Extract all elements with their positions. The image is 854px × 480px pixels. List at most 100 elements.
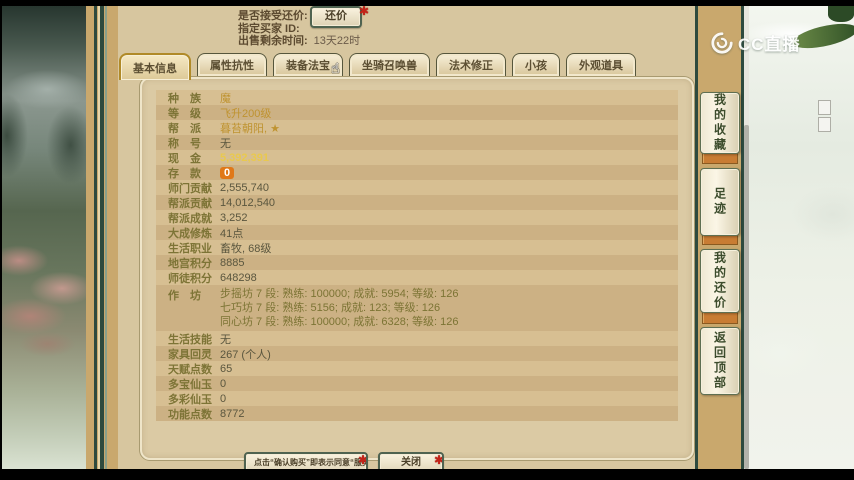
category-tab[interactable]: 坐骑召唤兽 — [349, 53, 430, 76]
mini-widget-box — [818, 117, 831, 132]
time-remaining-label: 出售剩余时间: — [238, 35, 308, 47]
side-tab-button[interactable]: 返回顶部 — [700, 327, 740, 395]
required-star-icon: ✱ — [359, 4, 370, 18]
cc-swirl-icon — [711, 31, 733, 54]
attribute-label: 生活技能 — [168, 333, 212, 346]
left-border-frame — [86, 6, 118, 469]
attribute-value: 65 — [220, 362, 233, 375]
time-remaining-row: 出售剩余时间: 13天22时 — [238, 32, 360, 48]
scrollbar-thumb[interactable] — [744, 125, 749, 469]
attribute-label: 大成修炼 — [168, 227, 212, 240]
attribute-label: 种 族 — [168, 92, 201, 105]
attribute-row: 多彩仙玉 0 — [156, 391, 678, 406]
attribute-value: 267 (个人) — [220, 348, 271, 361]
attribute-row: 师徒积分 648298 — [156, 270, 678, 285]
attribute-row: 家具回灵 267 (个人) — [156, 346, 678, 361]
attribute-row: 帮派贡献 14,012,540 — [156, 195, 678, 210]
mini-widget-box — [818, 100, 831, 115]
page-scrollbar — [744, 6, 749, 469]
tab-label: 装备法宝 — [286, 60, 330, 72]
leaf-corner-art — [828, 6, 854, 22]
attribute-value: 648298 — [220, 271, 257, 284]
game-scene-art — [0, 6, 86, 469]
required-star-icon: ✱ — [357, 453, 368, 467]
side-tab-button[interactable]: 我的还价 — [700, 249, 740, 313]
attribute-value: 8885 — [220, 256, 245, 269]
side-tab-button[interactable]: 足迹 — [700, 168, 740, 236]
counter-offer-button[interactable]: 还价 — [310, 6, 362, 28]
tab-label: 坐骑召唤兽 — [362, 60, 417, 72]
border-stripe — [94, 6, 97, 469]
attribute-label: 帮派贡献 — [168, 197, 212, 210]
misty-background-art — [749, 6, 854, 469]
attribute-label: 地宫积分 — [168, 257, 212, 270]
attribute-value: 0 — [220, 377, 227, 390]
attribute-row: 功能点数 8772 — [156, 406, 678, 421]
category-tabs: 基本信息 属性抗性 装备法宝 坐骑召唤兽 法术修正 小孩 外观道具 — [119, 53, 636, 80]
attribute-row: 生活技能 无 — [156, 331, 678, 346]
category-tab[interactable]: 外观道具 — [566, 53, 636, 76]
attribute-label: 家具回灵 — [168, 348, 212, 361]
attribute-row: 现 金 5,392,391 — [156, 150, 678, 165]
attribute-row: 地宫积分 8885 — [156, 255, 678, 270]
attribute-value: 8772 — [220, 407, 245, 420]
attribute-value: 0 — [220, 392, 227, 405]
attribute-label: 天赋点数 — [168, 363, 212, 376]
attribute-row: 天赋点数 65 — [156, 361, 678, 376]
attribute-value: 飞升200级 — [220, 107, 272, 120]
tab-label: 外观道具 — [579, 60, 623, 72]
bottom-action-label: 关闭 — [401, 457, 421, 468]
category-tab[interactable]: 法术修正 — [436, 53, 506, 76]
border-stripe — [100, 6, 104, 469]
attribute-row: 种 族 魔 — [156, 90, 678, 105]
attribute-value: 0 — [220, 166, 235, 179]
letterbox-top — [0, 0, 854, 6]
tab-label: 小孩 — [525, 60, 547, 72]
tab-label: 基本信息 — [133, 62, 177, 75]
attribute-table: 种 族 魔 等 级 飞升200级 帮 派 暮苔朝阳, ★ 称 号 无 现 金 5… — [156, 90, 678, 421]
category-tab[interactable]: 属性抗性 — [197, 53, 267, 76]
category-tab[interactable]: 基本信息 — [119, 53, 191, 80]
bottom-action-label: 点击“确认购买”即表示同意“服务条款” — [254, 458, 366, 467]
hand-cursor-icon: ☝ — [331, 60, 340, 76]
attribute-label: 生活职业 — [168, 242, 212, 255]
attribute-value: 魔 — [220, 92, 231, 105]
side-tab-button[interactable]: 我的收藏 — [700, 92, 740, 154]
attribute-label: 等 级 — [168, 107, 201, 120]
letterbox-left-edge — [0, 0, 2, 480]
attribute-label: 帮 派 — [168, 122, 201, 135]
attribute-value: 暮苔朝阳, ★ — [220, 122, 280, 135]
attribute-value: 畜牧, 68级 — [220, 242, 272, 255]
attribute-value: 步摇坊 7 段: 熟练: 100000; 成就: 5954; 等级: 126 七… — [220, 288, 459, 328]
attribute-value: 41点 — [220, 227, 244, 240]
attribute-label: 功能点数 — [168, 408, 212, 421]
attribute-value: 3,252 — [220, 211, 248, 224]
attribute-label: 存 款 — [168, 167, 201, 180]
category-tab[interactable]: 小孩 — [512, 53, 560, 76]
attribute-label: 现 金 — [168, 152, 201, 165]
attribute-value: 5,392,391 — [220, 151, 269, 164]
right-border-frame: 我的收藏 足迹 我的还价 返回顶部 — [695, 6, 744, 469]
attribute-row: 存 款 0 — [156, 165, 678, 180]
cc-live-label: CC直播 — [738, 35, 801, 54]
cc-live-watermark: CC直播 — [710, 30, 801, 55]
attribute-value: 无 — [220, 137, 231, 150]
time-remaining-value: 13天22时 — [313, 35, 361, 47]
attribute-row: 称 号 无 — [156, 135, 678, 150]
attribute-label: 师门贡献 — [168, 182, 212, 195]
attribute-row: 等 级 飞升200级 — [156, 105, 678, 120]
attribute-value: 2,555,740 — [220, 181, 269, 194]
border-stripe — [105, 6, 107, 469]
attribute-row: 大成修炼 41点 — [156, 225, 678, 240]
attribute-row: 帮 派 暮苔朝阳, ★ — [156, 120, 678, 135]
attribute-row: 师门贡献 2,555,740 — [156, 180, 678, 195]
required-star-icon: ✱ — [433, 453, 444, 467]
attribute-label: 作 坊 — [168, 290, 201, 302]
attribute-label: 师徒积分 — [168, 272, 212, 285]
attribute-label: 帮派成就 — [168, 212, 212, 225]
attribute-row: 生活职业 畜牧, 68级 — [156, 240, 678, 255]
attribute-label: 多宝仙玉 — [168, 378, 212, 391]
attribute-label: 多彩仙玉 — [168, 393, 212, 406]
letterbox-bottom — [0, 469, 854, 480]
screenshot-stage: 是否接受还价: 还价 ✱ 指定买家 ID: 出售剩余时间: 13天22时 基本信… — [0, 0, 854, 480]
